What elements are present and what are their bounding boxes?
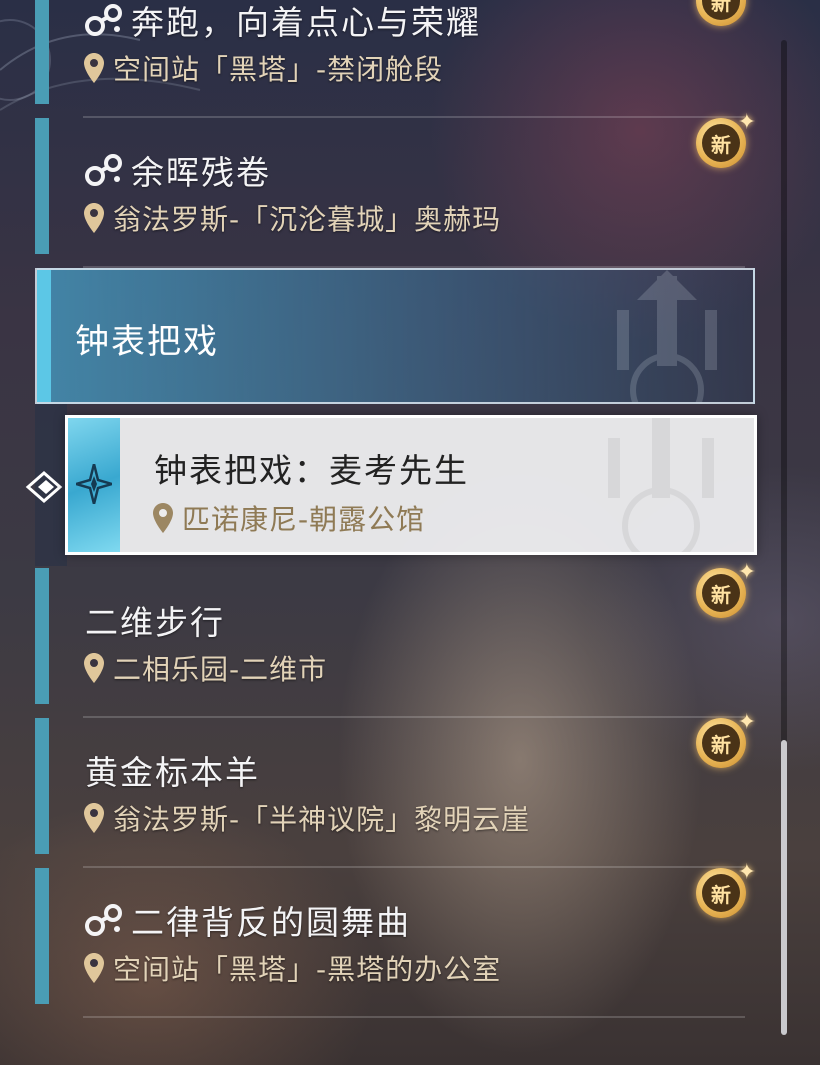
location-pin-icon (153, 503, 173, 533)
quest-location: 空间站「黑塔」-黑塔的办公室 (113, 953, 502, 986)
main-quest-icon (85, 4, 122, 36)
quest-location: 翁法罗斯-「半神议院」黎明云崖 (113, 803, 531, 836)
category-header[interactable]: 钟表把戏 (35, 268, 755, 404)
location-pin-icon (84, 53, 104, 83)
new-badge: 新✦ (694, 110, 756, 172)
quest-accent-bar (35, 118, 49, 254)
quest-location: 翁法罗斯-「沉沦暮城」奥赫玛 (113, 203, 502, 236)
diamond-star-icon (76, 464, 112, 504)
location-pin-icon (84, 803, 104, 833)
quest-accent-bar (35, 568, 49, 704)
quest-title: 奔跑，向着点心与荣耀 (131, 3, 481, 42)
selection-pointer-icon (25, 471, 63, 503)
quest-title: 余晖残卷 (131, 153, 271, 192)
new-badge: 新✦ (694, 860, 756, 922)
quest-accent-bar (35, 868, 49, 1004)
quest-location: 二相乐园-二维市 (113, 653, 328, 686)
main-quest-icon (85, 154, 122, 186)
selected-quest-card[interactable]: 钟表把戏：麦考先生 匹诺康尼-朝露公馆 (65, 415, 757, 555)
category-emblem-icon (617, 270, 717, 402)
quest-title: 二律背反的圆舞曲 (131, 903, 411, 942)
category-accent-bar (37, 270, 51, 402)
new-badge: 新✦ (694, 560, 756, 622)
quest-item[interactable]: 余晖残卷 翁法罗斯-「沉沦暮城」奥赫玛 (35, 118, 745, 268)
card-emblem-icon (608, 418, 714, 552)
quest-item[interactable]: 奔跑，向着点心与荣耀 空间站「黑塔」-禁闭舱段 (35, 0, 745, 118)
quest-accent-bar (35, 718, 49, 854)
category-title: 钟表把戏 (75, 322, 219, 362)
location-pin-icon (84, 203, 104, 233)
main-quest-icon (85, 904, 122, 936)
location-pin-icon (84, 953, 104, 983)
location-pin-icon (84, 653, 104, 683)
new-badge: 新✦ (694, 0, 756, 30)
quest-item[interactable]: 二律背反的圆舞曲 空间站「黑塔」-黑塔的办公室 (35, 868, 745, 1018)
quest-location: 空间站「黑塔」-禁闭舱段 (113, 53, 444, 86)
quest-accent-bar (35, 0, 49, 104)
new-badge: 新✦ (694, 710, 756, 772)
divider (83, 1016, 745, 1018)
quest-title: 黄金标本羊 (85, 753, 260, 792)
quest-type-tile (68, 418, 120, 552)
scrollbar-thumb[interactable] (781, 740, 787, 1035)
selected-quest-location: 匹诺康尼-朝露公馆 (182, 503, 426, 536)
quest-item[interactable]: 二维步行 二相乐园-二维市 (35, 568, 745, 718)
selected-quest-title: 钟表把戏：麦考先生 (154, 451, 469, 490)
quest-title: 二维步行 (85, 603, 225, 642)
quest-item[interactable]: 黄金标本羊 翁法罗斯-「半神议院」黎明云崖 (35, 718, 745, 868)
